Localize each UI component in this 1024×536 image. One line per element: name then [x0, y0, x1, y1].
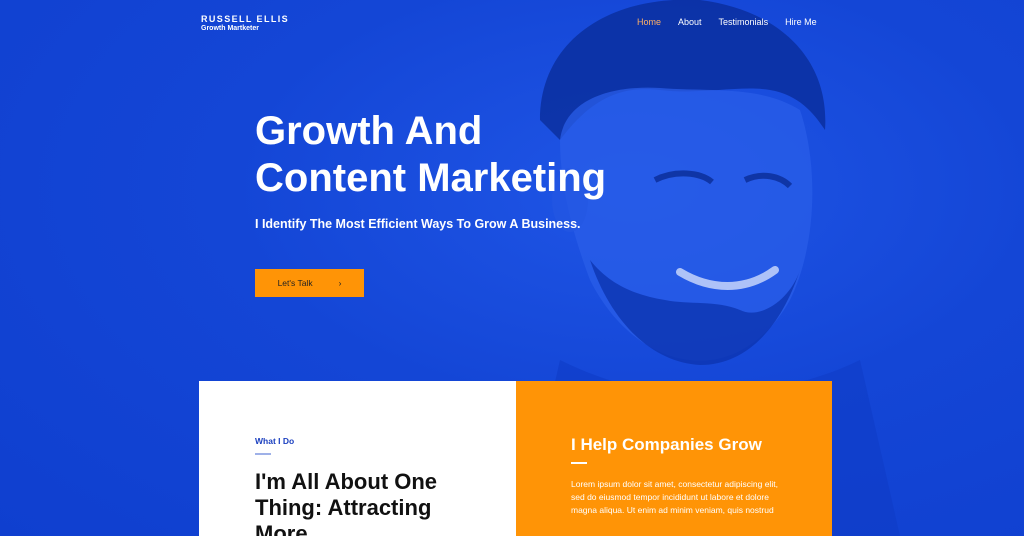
lets-talk-button[interactable]: Let's Talk ›: [255, 269, 364, 297]
section-title: I'm All About One Thing: Attracting More: [255, 469, 438, 536]
what-i-do-card: What I Do I'm All About One Thing: Attra…: [199, 381, 516, 536]
section-label: What I Do: [255, 436, 295, 446]
divider: [571, 462, 587, 464]
chevron-right-icon: ›: [338, 278, 342, 288]
help-body: Lorem ipsum dolor sit amet, consectetur …: [571, 479, 778, 515]
help-card: I Help Companies Grow Lorem ipsum dolor …: [516, 381, 832, 536]
brand-tagline: Growth Martketer: [201, 25, 259, 32]
divider: [255, 453, 271, 455]
nav-item-hire-me[interactable]: Hire Me: [785, 17, 817, 28]
brand-name: RUSSELL ELLIS: [201, 14, 290, 24]
brand[interactable]: RUSSELL ELLIS Growth Martketer: [201, 14, 289, 33]
hero-title: Growth And Content Marketing: [255, 108, 715, 202]
main-nav: Home About Testimonials Hire Me: [637, 17, 834, 28]
hero-title-line1: Growth And: [255, 109, 483, 153]
nav-item-about[interactable]: About: [678, 17, 702, 28]
nav-item-home[interactable]: Home: [637, 17, 661, 28]
lets-talk-label: Let's Talk: [277, 278, 313, 288]
nav-item-testimonials[interactable]: Testimonials: [719, 17, 769, 28]
hero-subtitle: I Identify The Most Efficient Ways To Gr…: [255, 217, 581, 231]
hero-title-line2: Content Marketing: [255, 156, 607, 200]
help-title: I Help Companies Grow: [571, 435, 762, 454]
